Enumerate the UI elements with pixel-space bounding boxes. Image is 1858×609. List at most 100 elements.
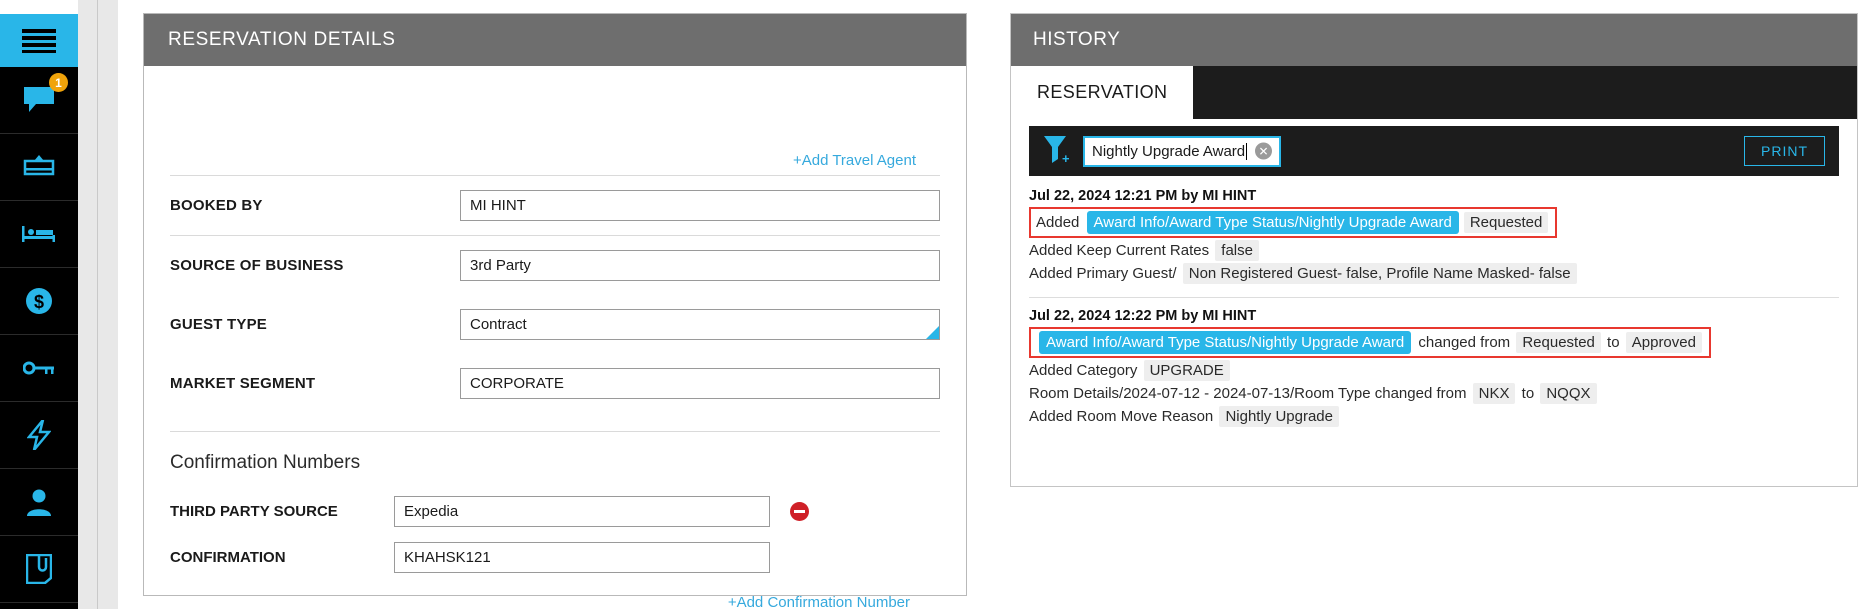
- history-title: HISTORY: [1033, 29, 1121, 50]
- star-card-icon: [23, 155, 55, 179]
- key-icon: [23, 360, 55, 376]
- sidebar-divider: [97, 0, 98, 609]
- sidebar-gutter: [78, 0, 118, 609]
- document-clip-icon: [26, 554, 52, 584]
- entry-chip: Requested: [1463, 212, 1549, 233]
- market-segment-label: MARKET SEGMENT: [170, 375, 316, 392]
- history-group-separator: [1029, 297, 1839, 298]
- history-entry-wrap: Award Info/Award Type Status/Nightly Upg…: [1029, 326, 1839, 359]
- booked-by-label: BOOKED BY: [170, 197, 263, 214]
- sidebar-item-rooms[interactable]: [0, 201, 78, 268]
- history-tabbar: RESERVATION: [1011, 66, 1857, 119]
- messages-badge: 1: [49, 73, 68, 92]
- lightning-bolt-icon: [27, 420, 51, 450]
- sidebar-item-menu[interactable]: [0, 14, 78, 67]
- entry-text: Room Details/2024-07-12 - 2024-07-13/Roo…: [1029, 385, 1471, 402]
- reservation-details-body: +Add Travel Agent BOOKED BY MI HINT SOUR…: [144, 66, 966, 609]
- confirmation-input[interactable]: KHAHSK121: [394, 541, 770, 573]
- dropdown-corner-icon[interactable]: [926, 326, 939, 339]
- hamburger-menu-icon: [22, 28, 56, 54]
- entry-text: changed from: [1414, 334, 1515, 351]
- reservation-details-card: RESERVATION DETAILS +Add Travel Agent BO…: [143, 13, 967, 609]
- svg-text:$: $: [34, 292, 44, 312]
- add-confirmation-number-link[interactable]: +Add Confirmation Number: [728, 594, 910, 609]
- entry-text: to: [1602, 334, 1624, 351]
- source-of-business-input[interactable]: 3rd Party: [460, 250, 940, 281]
- sidebar-item-billing[interactable]: $: [0, 268, 78, 335]
- field-row-third-party-source: THIRD PARTY SOURCE Expedia: [170, 488, 940, 534]
- filter-funnel-plus-icon[interactable]: +: [1043, 134, 1070, 169]
- entry-text: Added Room Move Reason: [1029, 408, 1218, 425]
- entry-chip: Nightly Upgrade: [1219, 406, 1339, 427]
- history-header: HISTORY: [1011, 14, 1857, 66]
- confirmation-label: CONFIRMATION: [170, 548, 286, 566]
- history-entry: Added Room Move Reason Nightly Upgrade: [1029, 405, 1839, 428]
- guest-type-label: GUEST TYPE: [170, 316, 268, 333]
- minus-circle-icon[interactable]: [790, 501, 809, 521]
- history-entry: Added Category UPGRADE: [1029, 359, 1839, 382]
- sidebar-item-messages[interactable]: 1: [0, 67, 78, 134]
- history-search-bar: + Nightly Upgrade Award ✕ PRINT: [1029, 126, 1839, 176]
- tab-reservation-label: RESERVATION: [1037, 82, 1168, 102]
- chat-bubble-icon: [24, 87, 54, 113]
- entry-text: Added: [1036, 214, 1084, 231]
- confirmation-numbers-title: Confirmation Numbers: [170, 452, 361, 473]
- entry-chip: Non Registered Guest- false, Profile Nam…: [1182, 263, 1577, 284]
- tab-reservation[interactable]: RESERVATION: [1011, 66, 1194, 119]
- person-icon: [25, 488, 53, 516]
- history-entry: Award Info/Award Type Status/Nightly Upg…: [1029, 327, 1711, 358]
- history-group: Jul 22, 2024 12:22 PM by MI HINT Award I…: [1029, 300, 1839, 430]
- history-group-date: Jul 22, 2024 12:22 PM by MI HINT: [1029, 308, 1257, 324]
- reservation-top-spacer: [170, 66, 940, 152]
- sidebar-top-strip: [0, 0, 78, 14]
- history-group: Jul 22, 2024 12:21 PM by MI HINT Added A…: [1029, 180, 1839, 287]
- entry-text: to: [1517, 385, 1539, 402]
- dollar-circle-icon: $: [25, 287, 53, 315]
- field-row-guest-type: GUEST TYPE Contract: [170, 295, 940, 354]
- field-row-booked-by: BOOKED BY MI HINT: [170, 176, 940, 235]
- svg-text:+: +: [1062, 151, 1069, 164]
- history-entry: Added Keep Current Rates false: [1029, 239, 1839, 262]
- text-caret: [1246, 142, 1248, 160]
- add-travel-agent-row: +Add Travel Agent: [170, 152, 940, 175]
- page-title: RESERVATION DETAILS: [168, 29, 396, 50]
- entry-chip: UPGRADE: [1143, 360, 1230, 381]
- guest-type-select[interactable]: Contract: [460, 309, 940, 340]
- left-sidebar: 1 $: [0, 0, 78, 609]
- sidebar-item-documents[interactable]: [0, 536, 78, 603]
- entry-chip: Requested: [1516, 332, 1601, 353]
- guest-type-value: Contract: [470, 316, 527, 333]
- tabbar-filler: [1193, 66, 1857, 119]
- sidebar-item-loyalty[interactable]: [0, 134, 78, 201]
- print-button[interactable]: PRINT: [1744, 136, 1825, 166]
- entry-chip: NQQX: [1540, 383, 1597, 404]
- history-entry: Room Details/2024-07-12 - 2024-07-13/Roo…: [1029, 382, 1839, 405]
- app-root: 1 $ RESERVATION DETAILS +Add Travel Agen…: [0, 0, 1858, 609]
- booked-by-input[interactable]: MI HINT: [460, 190, 940, 221]
- entry-chip: false: [1215, 240, 1259, 261]
- sidebar-item-keys[interactable]: [0, 335, 78, 402]
- entry-chip-highlight: Award Info/Award Type Status/Nightly Upg…: [1039, 331, 1412, 354]
- history-entry-list: Jul 22, 2024 12:21 PM by MI HINT Added A…: [1029, 176, 1839, 430]
- history-entry: Added Primary Guest/ Non Registered Gues…: [1029, 262, 1839, 285]
- entry-chip: Approved: [1625, 332, 1702, 353]
- history-card: HISTORY RESERVATION + Nightly Upgrade Aw…: [1010, 13, 1858, 487]
- market-segment-input[interactable]: CORPORATE: [460, 368, 940, 399]
- search-input[interactable]: Nightly Upgrade Award: [1092, 143, 1245, 160]
- field-row-market-segment: MARKET SEGMENT CORPORATE: [170, 354, 940, 413]
- search-input-wrapper[interactable]: Nightly Upgrade Award ✕: [1083, 135, 1281, 167]
- sidebar-item-quick-actions[interactable]: [0, 402, 78, 469]
- entry-chip-highlight: Award Info/Award Type Status/Nightly Upg…: [1086, 211, 1459, 234]
- history-content: + Nightly Upgrade Award ✕ PRINT Jul 22, …: [1011, 126, 1857, 430]
- add-travel-agent-link[interactable]: +Add Travel Agent: [793, 152, 916, 169]
- field-row-source-of-business: SOURCE OF BUSINESS 3rd Party: [170, 236, 940, 295]
- history-entry-wrap: Added Award Info/Award Type Status/Night…: [1029, 206, 1839, 239]
- third-party-source-label: THIRD PARTY SOURCE: [170, 502, 338, 520]
- third-party-source-input[interactable]: Expedia: [394, 495, 770, 527]
- entry-chip: NKX: [1472, 383, 1516, 404]
- source-of-business-label: SOURCE OF BUSINESS: [170, 257, 344, 274]
- clear-circle-icon[interactable]: ✕: [1255, 142, 1272, 160]
- reservation-details-header: RESERVATION DETAILS: [144, 14, 966, 66]
- sidebar-item-profile[interactable]: [0, 469, 78, 536]
- entry-text: Added Primary Guest/: [1029, 265, 1181, 282]
